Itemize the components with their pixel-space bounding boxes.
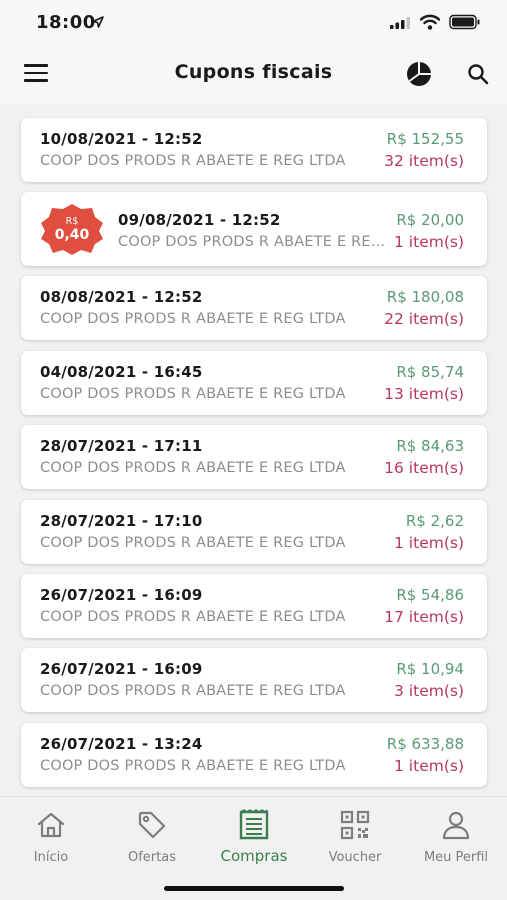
receipt-store: COOP DOS PRODS R ABAETE E REG LTDA — [40, 460, 346, 477]
nav-label: Voucher — [328, 850, 382, 865]
tag-icon — [138, 811, 166, 839]
nav-label: Meu Perfil — [423, 850, 489, 865]
cashback-badge: R$ 0,40 — [39, 203, 105, 256]
location-arrow-icon — [92, 16, 104, 28]
receipt-card[interactable]: 08/08/2021 - 12:52 COOP DOS PRODS R ABAE… — [21, 276, 487, 341]
receipt-items: 13 item(s) — [384, 384, 464, 403]
nav-item-inicio[interactable]: Início — [1, 805, 101, 865]
receipt-items: 16 item(s) — [384, 459, 464, 478]
search-icon[interactable] — [466, 62, 490, 86]
home-icon — [37, 812, 65, 838]
receipt-store: COOP DOS PRODS R ABAETE E REG LTDA — [40, 534, 346, 551]
receipt-store: COOP DOS PRODS R ABAETE E REG LTDA — [40, 385, 346, 402]
receipt-card[interactable]: 26/07/2021 - 16:09 COOP DOS PRODS R ABAE… — [21, 573, 487, 638]
nav-label: Início — [33, 850, 69, 865]
receipt-items: 1 item(s) — [394, 233, 464, 252]
receipt-items: 3 item(s) — [394, 682, 464, 701]
receipt-items: 17 item(s) — [384, 607, 464, 626]
receipt-value: R$ 84,63 — [396, 437, 464, 456]
receipt-card[interactable]: 28/07/2021 - 17:11 COOP DOS PRODS R ABAE… — [21, 425, 487, 490]
nav-item-voucher[interactable]: Voucher — [305, 805, 405, 865]
receipt-value: R$ 85,74 — [396, 362, 464, 381]
bottom-nav: Início Ofertas Compras Voucher Meu Perfi… — [0, 796, 507, 900]
receipt-list: 10/08/2021 - 12:52 COOP DOS PRODS R ABAE… — [21, 118, 487, 797]
receipt-date: 08/08/2021 - 12:52 — [40, 288, 203, 307]
cellular-signal-icon — [390, 17, 410, 29]
nav-label: Ofertas — [128, 850, 176, 865]
receipt-value: R$ 10,94 — [396, 660, 464, 679]
receipt-value: R$ 180,08 — [386, 288, 464, 307]
badge-currency: R$ — [65, 216, 79, 228]
qr-code-icon — [340, 810, 370, 840]
receipt-items: 1 item(s) — [394, 756, 464, 775]
badge-value: 0,40 — [54, 227, 90, 244]
app-header: Cupons fiscais — [0, 46, 507, 104]
home-indicator[interactable] — [164, 886, 344, 891]
receipt-card[interactable]: 26/07/2021 - 16:09 COOP DOS PRODS R ABAE… — [21, 648, 487, 713]
receipt-items: 22 item(s) — [384, 310, 464, 329]
receipt-value: R$ 633,88 — [386, 734, 464, 753]
receipt-store: COOP DOS PRODS R ABAETE E REG LTDA — [40, 757, 346, 774]
receipt-date: 26/07/2021 - 13:24 — [40, 734, 203, 753]
receipt-store: COOP DOS PRODS R ABAETE E REG LTDA — [40, 608, 346, 625]
status-bar: 18:00 — [0, 0, 507, 46]
receipt-store: COOP DOS PRODS R ABAETE E REG LTDA — [40, 683, 346, 700]
receipt-date: 28/07/2021 - 17:10 — [40, 511, 203, 530]
wifi-icon — [420, 14, 440, 30]
nav-item-compras[interactable]: Compras — [204, 805, 304, 865]
status-time: 18:00 — [36, 12, 96, 33]
pie-chart-icon[interactable] — [406, 61, 432, 87]
receipt-date: 04/08/2021 - 16:45 — [40, 362, 203, 381]
nav-item-ofertas[interactable]: Ofertas — [102, 805, 202, 865]
receipt-card[interactable]: 10/08/2021 - 12:52 COOP DOS PRODS R ABAE… — [21, 118, 487, 182]
nav-item-meu-perfil[interactable]: Meu Perfil — [406, 805, 506, 865]
receipt-card[interactable]: 26/07/2021 - 13:24 COOP DOS PRODS R ABAE… — [21, 722, 487, 787]
battery-icon — [449, 14, 480, 30]
receipt-value: R$ 20,00 — [396, 211, 464, 230]
receipt-card[interactable]: R$ 0,40 09/08/2021 - 12:52 COOP DOS PROD… — [21, 192, 487, 267]
receipt-value: R$ 2,62 — [405, 511, 464, 530]
receipt-icon — [239, 809, 269, 840]
receipt-store: COOP DOS PRODS R ABAETE E REG LTDA — [118, 234, 390, 251]
user-icon — [442, 811, 470, 840]
receipt-date: 28/07/2021 - 17:11 — [40, 437, 203, 456]
receipt-items: 1 item(s) — [394, 533, 464, 552]
receipt-value: R$ 54,86 — [396, 585, 464, 604]
receipt-card[interactable]: 28/07/2021 - 17:10 COOP DOS PRODS R ABAE… — [21, 499, 487, 564]
receipt-store: COOP DOS PRODS R ABAETE E REG LTDA — [40, 311, 346, 328]
receipt-items: 32 item(s) — [384, 152, 464, 170]
receipt-card[interactable]: 04/08/2021 - 16:45 COOP DOS PRODS R ABAE… — [21, 350, 487, 415]
receipt-date: 26/07/2021 - 16:09 — [40, 585, 203, 604]
receipt-date: 26/07/2021 - 16:09 — [40, 660, 203, 679]
receipt-date: 10/08/2021 - 12:52 — [40, 130, 203, 148]
receipt-date: 09/08/2021 - 12:52 — [118, 211, 281, 230]
receipt-value: R$ 152,55 — [386, 130, 464, 148]
receipt-store: COOP DOS PRODS R ABAETE E REG LTDA — [40, 153, 346, 169]
nav-label: Compras — [220, 847, 288, 865]
